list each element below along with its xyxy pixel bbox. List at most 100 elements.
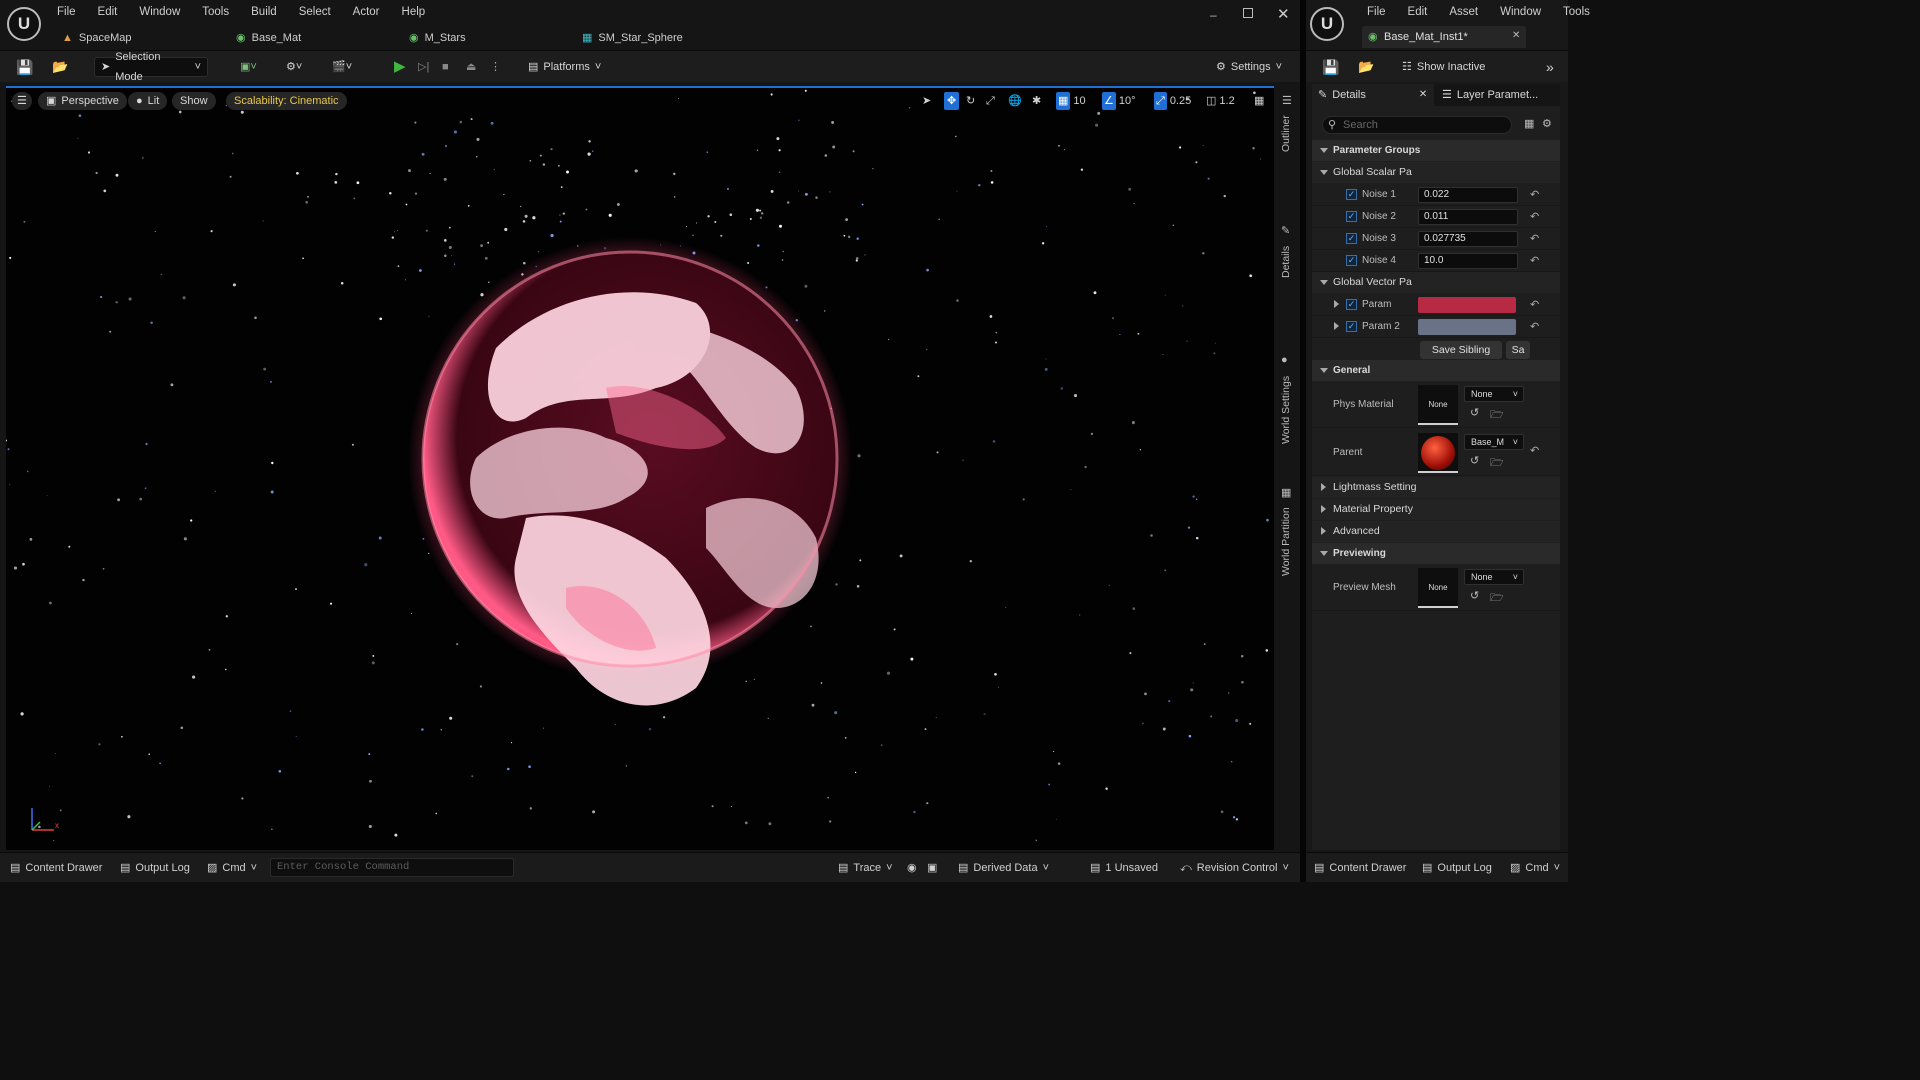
world-settings-tab[interactable]: World Settings: [1280, 376, 1292, 444]
cinematics-button[interactable]: 🎬˅: [326, 57, 358, 77]
details-tab[interactable]: Details: [1280, 246, 1292, 278]
content-drawer-button[interactable]: ▤ Content Drawer: [10, 860, 102, 876]
menu-window[interactable]: Window: [128, 0, 191, 24]
reset-icon[interactable]: ↶: [1530, 444, 1539, 457]
maximize-icon[interactable]: [1243, 8, 1253, 18]
browse-icon[interactable]: 🗁: [1490, 406, 1504, 425]
reset-icon[interactable]: ↶: [1530, 320, 1539, 333]
derived-data-dropdown[interactable]: ▤ Derived Data ˅: [958, 860, 1049, 876]
viewport-menu-button[interactable]: ☰: [12, 92, 32, 110]
surface-snap-icon[interactable]: ✱: [1032, 92, 1041, 110]
reset-icon[interactable]: ↶: [1530, 298, 1539, 311]
menu-window[interactable]: Window: [1489, 0, 1552, 24]
blueprint-button[interactable]: ⚙˅: [280, 57, 308, 77]
override-checkbox[interactable]: ✓: [1346, 233, 1357, 244]
world-partition-tab[interactable]: World Partition: [1280, 507, 1292, 576]
output-log-button[interactable]: ▤ Output Log: [120, 860, 190, 876]
outliner-icon[interactable]: ☰: [1282, 94, 1292, 107]
perspective-button[interactable]: ▣ Perspective: [38, 92, 127, 110]
chevron-right-icon[interactable]: [1334, 322, 1339, 330]
close-tab-icon[interactable]: ✕: [1512, 30, 1520, 41]
menu-tools[interactable]: Tools: [191, 0, 240, 24]
reset-icon[interactable]: ↶: [1530, 232, 1539, 245]
camera-speed-button[interactable]: ◫ 1.2: [1206, 92, 1235, 110]
lightmass-settings-section[interactable]: Lightmass Setting: [1312, 477, 1560, 498]
menu-tools[interactable]: Tools: [1552, 0, 1601, 24]
show-button[interactable]: Show: [172, 92, 216, 110]
phys-material-dropdown[interactable]: None ˅: [1464, 386, 1524, 402]
save-child-button[interactable]: Sa: [1506, 341, 1530, 359]
expand-toolbar-icon[interactable]: »: [1540, 57, 1560, 77]
planet-sphere[interactable]: [6, 88, 1274, 850]
output-log-button[interactable]: ▤ Output Log: [1422, 860, 1492, 876]
revision-control-dropdown[interactable]: ⤺ Revision Control ˅: [1180, 860, 1289, 876]
noise-1-field[interactable]: 0.022: [1418, 187, 1518, 203]
tab-spacemap[interactable]: ▲ SpaceMap: [62, 28, 131, 48]
scale-snap-toggle[interactable]: ⤢ 0.25: [1154, 92, 1191, 110]
chevron-right-icon[interactable]: [1334, 300, 1339, 308]
preview-mesh-dropdown[interactable]: None ˅: [1464, 569, 1524, 585]
scale-tool-icon[interactable]: ⤢: [986, 92, 995, 110]
menu-file[interactable]: File: [46, 0, 87, 24]
minimize-icon[interactable]: –: [1210, 8, 1217, 22]
content-browser-icon[interactable]: 📂: [46, 57, 74, 77]
select-tool-icon[interactable]: ➤: [922, 92, 931, 110]
menu-help[interactable]: Help: [391, 0, 437, 24]
lit-button[interactable]: ● Lit: [128, 92, 168, 110]
trace-dropdown[interactable]: ▤ Trace ˅: [838, 860, 893, 876]
add-actor-button[interactable]: ▣˅: [234, 57, 263, 77]
table-view-icon[interactable]: ▦: [1524, 117, 1534, 130]
tab-layer-parameters[interactable]: ☰ Layer Paramet...: [1436, 84, 1544, 106]
rotate-tool-icon[interactable]: ↻: [966, 92, 975, 110]
parent-material-thumbnail[interactable]: [1418, 433, 1458, 473]
browse-icon[interactable]: 📂: [1352, 57, 1380, 77]
global-vector-group[interactable]: Global Vector Pa: [1312, 272, 1560, 293]
level-viewport[interactable]: ☰ ▣ Perspective ● Lit Show Scalability: Ci…: [6, 88, 1274, 850]
play-options-icon[interactable]: ⋮: [484, 57, 507, 77]
preview-mesh-thumbnail[interactable]: None: [1418, 568, 1458, 608]
previewing-header[interactable]: Previewing: [1312, 543, 1560, 564]
noise-2-field[interactable]: 0.011: [1418, 209, 1518, 225]
translate-tool-icon[interactable]: ✥: [944, 92, 960, 110]
general-header[interactable]: General: [1312, 360, 1560, 381]
tab-base-mat[interactable]: ◉ Base_Mat: [236, 28, 301, 48]
use-selected-icon[interactable]: ↺: [1470, 589, 1479, 602]
outliner-tab[interactable]: Outliner: [1280, 115, 1292, 152]
reset-icon[interactable]: ↶: [1530, 188, 1539, 201]
cmd-dropdown[interactable]: ▨ Cmd ˅: [207, 860, 257, 876]
parent-dropdown[interactable]: Base_M ˅: [1464, 434, 1524, 450]
world-space-icon[interactable]: 🌐: [1008, 92, 1022, 110]
phys-material-thumbnail[interactable]: None: [1418, 385, 1458, 425]
record-icon[interactable]: ◉: [907, 860, 917, 876]
tab-details[interactable]: ✎ Details ✕: [1312, 84, 1434, 106]
play-icon[interactable]: ▶: [388, 57, 412, 77]
override-checkbox[interactable]: ✓: [1346, 255, 1357, 266]
advance-frame-icon[interactable]: ▷|: [412, 57, 435, 77]
param-color-swatch[interactable]: [1418, 297, 1516, 313]
param-2-color-swatch[interactable]: [1418, 319, 1516, 335]
search-input[interactable]: Search: [1322, 116, 1512, 134]
tab-m-stars[interactable]: ◉ M_Stars: [409, 28, 466, 48]
show-inactive-button[interactable]: ☷ Show Inactive: [1396, 57, 1491, 77]
reset-icon[interactable]: ↶: [1530, 254, 1539, 267]
menu-select[interactable]: Select: [288, 0, 342, 24]
menu-edit[interactable]: Edit: [87, 0, 129, 24]
menu-edit[interactable]: Edit: [1397, 0, 1439, 24]
tab-sm-star-sphere[interactable]: ▦ SM_Star_Sphere: [582, 28, 683, 48]
unsaved-button[interactable]: ▤ 1 Unsaved: [1090, 860, 1158, 876]
reset-icon[interactable]: ↶: [1530, 210, 1539, 223]
settings-dropdown[interactable]: ⚙ Settings ˅: [1210, 57, 1288, 77]
grid-snap-toggle[interactable]: ▦ 10: [1056, 92, 1086, 110]
cmd-dropdown[interactable]: ▨ Cmd ˅: [1510, 860, 1560, 876]
override-checkbox[interactable]: ✓: [1346, 211, 1357, 222]
save-icon[interactable]: 💾: [10, 57, 39, 77]
eject-icon[interactable]: ⏏: [460, 57, 482, 77]
advanced-section[interactable]: Advanced: [1312, 521, 1560, 542]
use-selected-icon[interactable]: ↺: [1470, 454, 1479, 467]
browse-icon[interactable]: 🗁: [1490, 589, 1504, 608]
asset-tab[interactable]: ◉ Base_Mat_Inst1* ✕: [1362, 26, 1526, 48]
unreal-logo-icon[interactable]: U: [1310, 7, 1344, 41]
angle-snap-toggle[interactable]: ∠ 10°: [1102, 92, 1136, 110]
selection-mode-dropdown[interactable]: ➤ Selection Mode ˅: [94, 51, 208, 83]
viewport-layout-icon[interactable]: ▦: [1254, 92, 1264, 110]
